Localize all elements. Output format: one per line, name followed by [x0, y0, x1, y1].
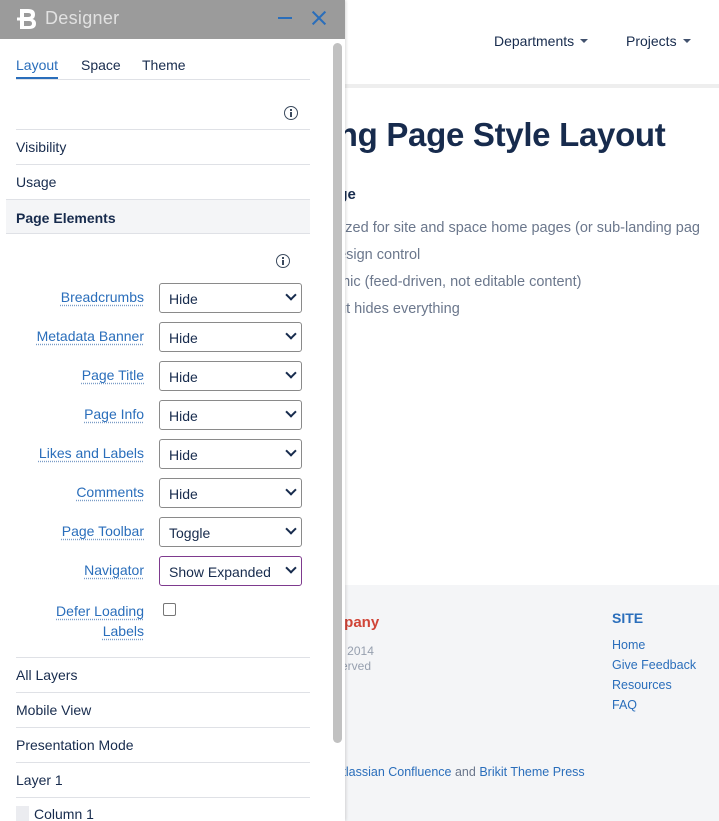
defer-loading-labels-checkbox[interactable]	[163, 603, 176, 616]
chevron-down-icon	[285, 562, 297, 574]
chevron-down-icon	[285, 406, 297, 418]
select-breadcrumbs[interactable]: Hide	[159, 283, 302, 313]
section-presentation-mode[interactable]: Presentation Mode	[16, 737, 310, 753]
chevron-down-icon	[285, 328, 297, 340]
chevron-down-icon	[285, 367, 297, 379]
defer-label-line1: Defer Loading	[56, 603, 144, 619]
scrollbar-thumb[interactable]	[333, 43, 342, 743]
section-mobile-view[interactable]: Mobile View	[16, 702, 310, 718]
info-icon[interactable]	[276, 254, 290, 268]
tab-layout[interactable]: Layout	[16, 57, 59, 79]
select-likes-and-labels[interactable]: Hide	[159, 439, 302, 469]
chevron-down-icon	[285, 445, 297, 457]
link-atlassian-confluence[interactable]: Atlassian Confluence	[334, 765, 451, 779]
page-footer: npany © 2014 served SITE Home Give Feedb…	[325, 585, 719, 821]
option-label-page-info[interactable]: Page Info	[84, 406, 144, 422]
divider	[16, 762, 310, 763]
select-navigator[interactable]: Show Expanded	[159, 556, 302, 586]
select-value: Hide	[169, 408, 198, 424]
section-column-1[interactable]: Column 1	[34, 806, 234, 821]
divider	[16, 657, 310, 658]
option-label-defer-loading-labels[interactable]: Defer Loading Labels	[56, 601, 144, 641]
caret-down-icon	[580, 39, 589, 43]
page-heading: ling Page Style Layout	[320, 116, 666, 153]
footer-link-home[interactable]: Home	[612, 638, 645, 652]
page-text-line: amic (feed-driven, not editable content)	[330, 274, 582, 290]
select-value: Hide	[169, 486, 198, 502]
footer-link-feedback[interactable]: Give Feedback	[612, 658, 696, 672]
select-page-toolbar[interactable]: Toggle	[159, 517, 302, 547]
link-brikit-theme-press[interactable]: Brikit Theme Press	[479, 765, 584, 779]
designer-title: Designer	[45, 8, 120, 28]
option-label-page-title[interactable]: Page Title	[82, 367, 144, 383]
footer-link-resources[interactable]: Resources	[612, 678, 672, 692]
tab-theme[interactable]: Theme	[142, 57, 186, 73]
designer-tabs: Layout Space Theme	[16, 57, 310, 80]
nav-projects-label: Projects	[626, 33, 677, 49]
minimize-icon[interactable]	[277, 8, 295, 28]
caret-down-icon	[682, 39, 691, 43]
select-comments[interactable]: Hide	[159, 478, 302, 508]
column-color-swatch	[16, 806, 29, 821]
option-label-metadata-banner[interactable]: Metadata Banner	[37, 328, 144, 344]
divider	[16, 797, 310, 798]
chevron-down-icon	[285, 523, 297, 535]
designer-panel: Designer Layout Space Theme Visibility U…	[0, 0, 345, 821]
divider	[16, 727, 310, 728]
footer-powered-by: y Atlassian Confluence and Brikit Theme …	[325, 765, 585, 779]
option-label-breadcrumbs[interactable]: Breadcrumbs	[61, 289, 144, 305]
chevron-down-icon	[285, 484, 297, 496]
divider	[16, 164, 310, 165]
defer-label-line2: Labels	[102, 623, 144, 639]
select-page-info[interactable]: Hide	[159, 400, 302, 430]
close-icon[interactable]	[309, 8, 329, 28]
select-page-title[interactable]: Hide	[159, 361, 302, 391]
section-visibility[interactable]: Visibility	[16, 139, 310, 155]
nav-departments-label: Departments	[494, 33, 575, 49]
chevron-down-icon	[285, 289, 297, 301]
divider	[16, 129, 310, 130]
divider	[16, 692, 310, 693]
section-layer-1[interactable]: Layer 1	[16, 772, 310, 788]
designer-header[interactable]: Designer	[0, 0, 345, 39]
section-all-layers[interactable]: All Layers	[16, 667, 310, 683]
section-usage[interactable]: Usage	[16, 174, 310, 190]
page-text-line: mized for site and space home pages (or …	[330, 220, 700, 236]
select-value: Hide	[169, 447, 198, 463]
select-value: Show Expanded	[169, 564, 271, 580]
nav-departments[interactable]: Departments	[494, 33, 589, 49]
option-label-comments[interactable]: Comments	[76, 484, 144, 500]
select-value: Hide	[169, 330, 198, 346]
page-text-line: out hides everything	[330, 301, 460, 317]
select-value: Toggle	[169, 525, 211, 541]
panel-scrollbar[interactable]	[333, 43, 342, 821]
select-value: Hide	[169, 369, 198, 385]
select-value: Hide	[169, 291, 198, 307]
option-label-likes-and-labels[interactable]: Likes and Labels	[39, 445, 144, 461]
brikit-logo-icon	[17, 9, 36, 29]
info-icon[interactable]	[284, 106, 298, 120]
select-metadata-banner[interactable]: Hide	[159, 322, 302, 352]
powered-and: and	[454, 765, 476, 779]
tab-space[interactable]: Space	[81, 57, 121, 73]
section-page-elements-label: Page Elements	[16, 210, 116, 226]
option-label-navigator[interactable]: Navigator	[84, 562, 144, 578]
nav-projects[interactable]: Projects	[626, 33, 691, 49]
top-navigation: Departments Projects	[345, 0, 719, 88]
section-page-elements[interactable]: Page Elements	[6, 199, 310, 234]
option-label-page-toolbar[interactable]: Page Toolbar	[62, 523, 144, 539]
footer-site-title: SITE	[612, 610, 644, 626]
footer-link-faq[interactable]: FAQ	[612, 698, 637, 712]
